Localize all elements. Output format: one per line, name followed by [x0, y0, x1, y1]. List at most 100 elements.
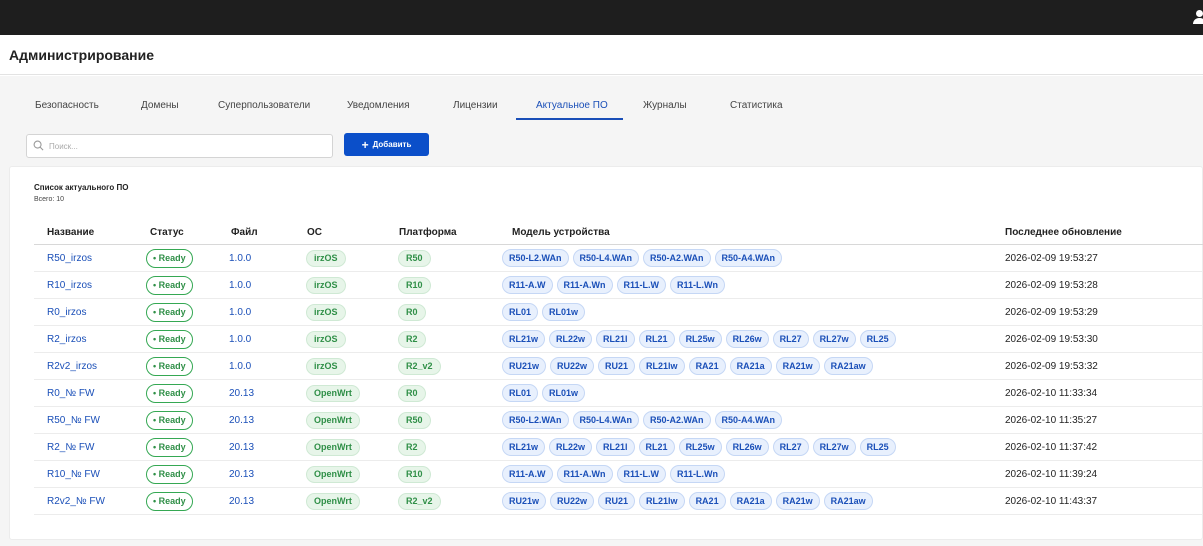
tab-notifications[interactable]: Уведомления	[347, 100, 410, 111]
table-row[interactable]: R50_№ FW • Ready 20.13 OpenWrt R50 R50-L2.WAn…	[34, 407, 1203, 434]
device-model-chip: R11-A.Wn	[556, 276, 613, 294]
device-model-chip: RA21aw	[823, 492, 873, 510]
tab-bar: Безопасность Домены Суперпользователи Ув…	[0, 76, 1203, 126]
column-header-platform[interactable]: Платформа	[399, 227, 457, 238]
os-badge: irzOS	[306, 330, 346, 348]
column-header-device-model[interactable]: Модель устройства	[512, 227, 610, 238]
name-cell: R50_irzos	[47, 245, 92, 271]
name-cell: R2_irzos	[47, 326, 86, 352]
device-model-chip: RL21l	[596, 438, 635, 456]
device-model-chip: RL01	[502, 303, 539, 321]
os-cell: irzOS	[306, 299, 346, 325]
column-header-last-update[interactable]: Последнее обновление	[1005, 227, 1122, 238]
file-version: 1.0.0	[229, 279, 252, 291]
platform-cell: R50	[398, 245, 431, 271]
table-row[interactable]: R0_№ FW • Ready 20.13 OpenWrt R0 RL01 RL01w 202…	[34, 380, 1203, 407]
software-name-link[interactable]: R0_irzos	[47, 307, 86, 318]
device-models: RL21w RL22w RL21l RL21 RL25w RL26w RL27 RL27w RL…	[502, 326, 896, 352]
os-cell: OpenWrt	[306, 461, 360, 487]
table-row[interactable]: R2v2_№ FW • Ready 20.13 OpenWrt R2_v2 RU21w RU…	[34, 488, 1203, 515]
os-badge: OpenWrt	[306, 411, 360, 429]
device-model-chip: RL21w	[502, 330, 546, 348]
software-name-link[interactable]: R10_irzos	[47, 280, 92, 291]
column-header-status[interactable]: Статус	[150, 227, 184, 238]
device-model-chip: RL22w	[549, 438, 593, 456]
tab-domains[interactable]: Домены	[141, 100, 179, 111]
status-cell: • Ready	[146, 272, 193, 298]
name-cell: R2v2_irzos	[47, 353, 97, 379]
device-model-chip: RU22w	[550, 357, 595, 375]
platform-badge: R0	[398, 384, 426, 402]
device-model-chip: R50-A4.WAn	[714, 411, 783, 429]
device-model-chip: RL22w	[549, 330, 593, 348]
list-count: Всего: 10	[34, 196, 65, 203]
name-cell: R2v2_№ FW	[47, 488, 105, 514]
platform-badge: R0	[398, 303, 426, 321]
device-model-chip: RA21	[688, 357, 726, 375]
device-model-chip: RL27	[772, 330, 809, 348]
os-badge: OpenWrt	[306, 492, 360, 510]
table-row[interactable]: R0_irzos • Ready 1.0.0 irzOS R0 RL01 RL01w 2026…	[34, 299, 1203, 326]
add-button[interactable]: + Добавить	[344, 133, 429, 156]
device-models: RL21w RL22w RL21l RL21 RL25w RL26w RL27 RL27w RL…	[502, 434, 896, 460]
table-row[interactable]: R50_irzos • Ready 1.0.0 irzOS R50 R50-L2.WAn R…	[34, 245, 1203, 272]
table-row[interactable]: R2_irzos • Ready 1.0.0 irzOS R2 RL21w RL22w RL2…	[34, 326, 1203, 353]
device-model-chip: RU21w	[502, 357, 547, 375]
table-row[interactable]: R2_№ FW • Ready 20.13 OpenWrt R2 RL21w RL22w RL…	[34, 434, 1203, 461]
platform-cell: R2_v2	[398, 488, 441, 514]
software-name-link[interactable]: R10_№ FW	[47, 469, 100, 480]
column-header-file[interactable]: Файл	[231, 227, 258, 238]
tab-statistics[interactable]: Статистика	[730, 100, 783, 111]
software-name-link[interactable]: R50_№ FW	[47, 415, 100, 426]
platform-badge: R10	[398, 276, 431, 294]
os-badge: irzOS	[306, 357, 346, 375]
top-bar	[0, 0, 1203, 35]
status-cell: • Ready	[146, 353, 193, 379]
device-model-chip: RA21a	[729, 492, 772, 510]
tab-superusers[interactable]: Суперпользователи	[218, 100, 310, 111]
status-badge: • Ready	[146, 410, 193, 430]
tab-logs[interactable]: Журналы	[643, 100, 687, 111]
file-version: 20.13	[229, 414, 255, 426]
name-cell: R2_№ FW	[47, 434, 94, 460]
software-name-link[interactable]: R0_№ FW	[47, 388, 94, 399]
status-badge: • Ready	[146, 275, 193, 295]
tab-current-software[interactable]: Актуальное ПО	[536, 100, 608, 111]
status-cell: • Ready	[146, 407, 193, 433]
last-update: 2026-02-09 19:53:27	[1005, 252, 1098, 264]
user-icon[interactable]	[1193, 10, 1203, 24]
software-name-link[interactable]: R2v2_№ FW	[47, 496, 105, 507]
table-row[interactable]: R2v2_irzos • Ready 1.0.0 irzOS R2_v2 RU21w RU2…	[34, 353, 1203, 380]
os-cell: irzOS	[306, 245, 346, 271]
software-name-link[interactable]: R2_№ FW	[47, 442, 94, 453]
column-header-name[interactable]: Название	[47, 227, 94, 238]
device-model-chip: RU21	[598, 492, 636, 510]
file-version: 20.13	[229, 441, 255, 453]
column-header-os[interactable]: ОС	[307, 227, 322, 238]
status-cell: • Ready	[146, 488, 193, 514]
platform-badge: R50	[398, 249, 431, 267]
software-name-link[interactable]: R2_irzos	[47, 334, 86, 345]
software-name-link[interactable]: R50_irzos	[47, 253, 92, 264]
last-update: 2026-02-10 11:39:24	[1005, 468, 1098, 480]
table-row[interactable]: R10_№ FW • Ready 20.13 OpenWrt R10 R11-A.W R11…	[34, 461, 1203, 488]
platform-badge: R10	[398, 465, 431, 483]
table-row[interactable]: R10_irzos • Ready 1.0.0 irzOS R10 R11-A.W R11-…	[34, 272, 1203, 299]
device-model-chip: RA21	[688, 492, 726, 510]
tab-licenses[interactable]: Лицензии	[453, 100, 498, 111]
device-models: R11-A.W R11-A.Wn R11-L.W R11-L.Wn	[502, 461, 726, 487]
device-model-chip: RU21w	[502, 492, 547, 510]
tab-security[interactable]: Безопасность	[35, 100, 99, 111]
status-badge: • Ready	[146, 491, 193, 511]
software-name-link[interactable]: R2v2_irzos	[47, 361, 97, 372]
device-model-chip: RA21aw	[823, 357, 873, 375]
name-cell: R10_irzos	[47, 272, 92, 298]
search-input[interactable]	[49, 139, 319, 154]
device-model-chip: R11-L.Wn	[670, 276, 726, 294]
device-model-chip: RL21	[638, 438, 675, 456]
status-cell: • Ready	[146, 299, 193, 325]
platform-badge: R50	[398, 411, 431, 429]
os-badge: irzOS	[306, 249, 346, 267]
page-header: Администрирование	[0, 35, 1203, 75]
last-update: 2026-02-09 19:53:29	[1005, 306, 1098, 318]
